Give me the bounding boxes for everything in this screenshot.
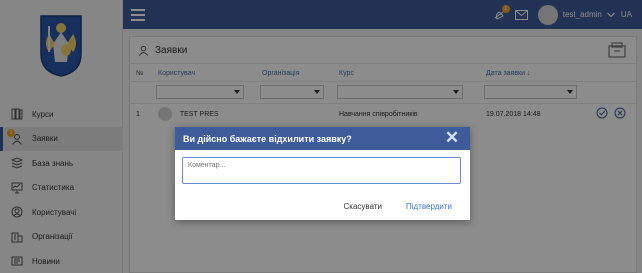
modal-title: Ви дійсно бажаєте відхилити заявку? (183, 133, 352, 144)
modal-header: Ви дійсно бажаєте відхилити заявку? ✕ (175, 127, 470, 150)
reject-request-modal: Ви дійсно бажаєте відхилити заявку? ✕ Ск… (175, 127, 470, 220)
comment-field[interactable] (182, 157, 461, 184)
close-icon[interactable]: ✕ (444, 129, 460, 146)
modal-actions: Скасувати Підтвердити (344, 202, 452, 211)
confirm-button[interactable]: Підтвердити (406, 202, 452, 211)
cancel-button[interactable]: Скасувати (344, 202, 382, 211)
